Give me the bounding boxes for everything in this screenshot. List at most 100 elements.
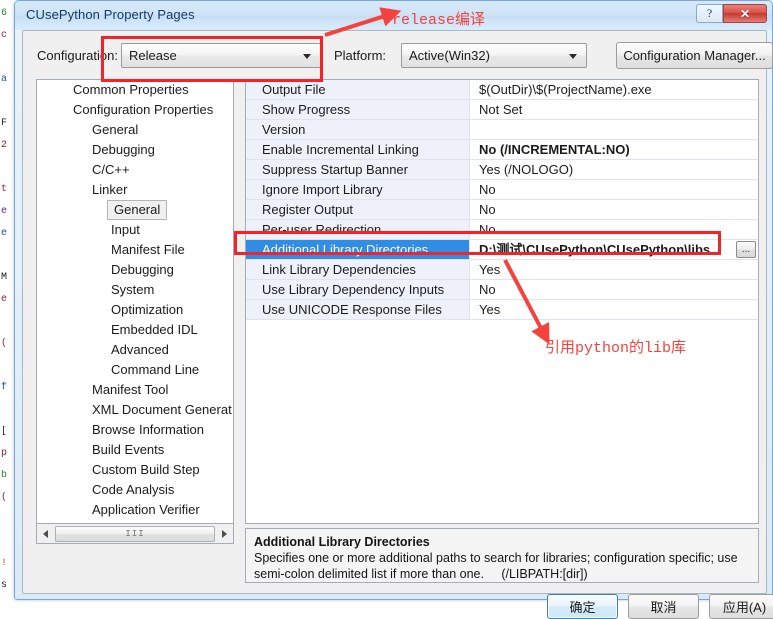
- tree-item-label: C/C++: [92, 162, 130, 177]
- property-name: Register Output: [246, 200, 470, 219]
- table-row[interactable]: Suppress Startup Banner Yes (/NOLOGO): [246, 160, 758, 180]
- property-tree-scroll: Common Properties Configuration Propertie…: [37, 80, 233, 523]
- tree-item-input[interactable]: Input: [37, 220, 233, 240]
- scrollbar-thumb[interactable]: III: [55, 525, 215, 542]
- property-value[interactable]: D:\测试\CUsePython\CUsePython\libs: [470, 240, 758, 259]
- property-grid-empty-area: [246, 320, 758, 523]
- tree-item-label: Manifest File: [111, 242, 185, 257]
- tree-item-embedded-idl[interactable]: Embedded IDL: [37, 320, 233, 340]
- tree-item-common-properties[interactable]: Common Properties: [37, 80, 233, 100]
- table-row[interactable]: Show Progress Not Set: [246, 100, 758, 120]
- property-value[interactable]: No: [470, 200, 758, 219]
- tree-item-browse-information[interactable]: Browse Information: [37, 420, 233, 440]
- table-row[interactable]: Enable Incremental Linking No (/INCREMENT…: [246, 140, 758, 160]
- tree-item-xml-document-generat[interactable]: XML Document Generat: [37, 400, 233, 420]
- table-row[interactable]: Output File $(OutDir)\$(ProjectName).exe: [246, 80, 758, 100]
- property-name: Suppress Startup Banner: [246, 160, 470, 179]
- ok-button[interactable]: 确定: [547, 594, 618, 619]
- tree-item-optimization[interactable]: Optimization: [37, 300, 233, 320]
- tree-item-manifest-tool[interactable]: Manifest Tool: [37, 380, 233, 400]
- table-row[interactable]: Link Library Dependencies Yes: [246, 260, 758, 280]
- tree-item-label: Command Line: [111, 362, 200, 377]
- tree-item-label: Manifest Tool: [92, 382, 169, 397]
- window-title: CUsePython Property Pages: [26, 7, 195, 22]
- tree-item-label: XML Document Generat: [92, 402, 232, 417]
- table-row[interactable]: Use Library Dependency Inputs No: [246, 280, 758, 300]
- tree-item-debugging[interactable]: Debugging: [37, 140, 233, 160]
- tree-item-linker[interactable]: Linker: [37, 180, 233, 200]
- tree-item-label: Configuration Properties: [73, 102, 214, 117]
- property-name: Use Library Dependency Inputs: [246, 280, 470, 299]
- property-name: Additional Library Directories: [246, 240, 470, 259]
- property-grid[interactable]: Output File $(OutDir)\$(ProjectName).exe S…: [245, 79, 759, 524]
- tree-item-label: System: [111, 282, 155, 297]
- tree-item-application-verifier[interactable]: Application Verifier: [37, 500, 233, 520]
- tree-item-label: Linker: [92, 182, 128, 197]
- property-name: Use UNICODE Response Files: [246, 300, 470, 319]
- browse-ellipsis-button[interactable]: ...: [736, 241, 756, 258]
- configuration-manager-button[interactable]: Configuration Manager...: [616, 42, 773, 69]
- scroll-left-icon[interactable]: [37, 525, 54, 542]
- property-value[interactable]: No (/INCREMENTAL:NO): [470, 140, 758, 159]
- property-value[interactable]: No: [470, 280, 758, 299]
- property-value[interactable]: Yes: [470, 260, 758, 279]
- tree-item-label: Optimization: [111, 302, 184, 317]
- tree-item-label: Code Analysis: [92, 482, 175, 497]
- tree-item-configuration-properties[interactable]: Configuration Properties: [37, 100, 233, 120]
- table-row[interactable]: Per-user Redirection No: [246, 220, 758, 240]
- tree-item-command-line[interactable]: Command Line: [37, 360, 233, 380]
- property-value[interactable]: No: [470, 180, 758, 199]
- tree-item-advanced[interactable]: Advanced: [37, 340, 233, 360]
- table-row[interactable]: Additional Library Directories D:\测试\CUse…: [246, 240, 758, 260]
- description-title: Additional Library Directories: [254, 535, 430, 549]
- property-value[interactable]: Yes: [470, 300, 758, 319]
- apply-button[interactable]: 应用(A): [709, 594, 773, 619]
- tree-item-c-c[interactable]: C/C++: [37, 160, 233, 180]
- tree-item-code-analysis[interactable]: Code Analysis: [37, 480, 233, 500]
- tree-item-label: Application Verifier: [92, 502, 200, 517]
- tree-horizontal-scrollbar[interactable]: III: [36, 524, 234, 544]
- property-value[interactable]: No: [470, 220, 758, 239]
- property-value[interactable]: Not Set: [470, 100, 758, 119]
- tree-item-label: Build Events: [92, 442, 165, 457]
- chevron-down-icon: [303, 53, 311, 59]
- table-row[interactable]: Ignore Import Library No: [246, 180, 758, 200]
- tree-item-label: Advanced: [111, 342, 169, 357]
- platform-combobox[interactable]: Active(Win32): [401, 43, 587, 68]
- tree-item-system[interactable]: System: [37, 280, 233, 300]
- chevron-down-icon: [569, 53, 577, 59]
- tree-item-label: Browse Information: [92, 422, 204, 437]
- cancel-button[interactable]: 取消: [628, 594, 699, 619]
- property-value[interactable]: Yes (/NOLOGO): [470, 160, 758, 179]
- configuration-combobox[interactable]: Release: [121, 43, 321, 68]
- property-name: Output File: [246, 80, 470, 99]
- scroll-right-icon[interactable]: [216, 525, 233, 542]
- tree-item-custom-build-step[interactable]: Custom Build Step: [37, 460, 233, 480]
- tree-item-debugging[interactable]: Debugging: [37, 260, 233, 280]
- table-row[interactable]: Use UNICODE Response Files Yes: [246, 300, 758, 320]
- platform-combobox-value: Active(Win32): [409, 48, 490, 63]
- property-value[interactable]: [470, 120, 758, 139]
- property-name: Enable Incremental Linking: [246, 140, 470, 159]
- tree-item-manifest-file[interactable]: Manifest File: [37, 240, 233, 260]
- tree-item-general[interactable]: General: [37, 120, 233, 140]
- scrollbar-grip: III: [125, 528, 145, 539]
- tree-item-label: Debugging: [92, 142, 155, 157]
- dialog-client-area: Configuration: Release Platform: Active(…: [22, 30, 773, 619]
- help-icon[interactable]: ?: [696, 4, 723, 23]
- table-row[interactable]: Register Output No: [246, 200, 758, 220]
- property-tree[interactable]: Common Properties Configuration Propertie…: [36, 79, 234, 524]
- property-name: Show Progress: [246, 100, 470, 119]
- tree-item-build-events[interactable]: Build Events: [37, 440, 233, 460]
- close-icon[interactable]: ✕: [723, 4, 767, 23]
- description-body: Specifies one or more additional paths t…: [254, 551, 742, 581]
- titlebar: CUsePython Property Pages ? ✕: [15, 1, 772, 30]
- tree-item-label: General: [107, 200, 168, 220]
- tree-item-general[interactable]: General: [37, 200, 233, 220]
- tree-item-label: Custom Build Step: [92, 462, 200, 477]
- platform-label: Platform:: [334, 48, 387, 63]
- property-value[interactable]: $(OutDir)\$(ProjectName).exe: [470, 80, 758, 99]
- tree-item-label: Debugging: [111, 262, 174, 277]
- table-row[interactable]: Version: [246, 120, 758, 140]
- description-panel: Additional Library Directories Specifies…: [245, 528, 759, 583]
